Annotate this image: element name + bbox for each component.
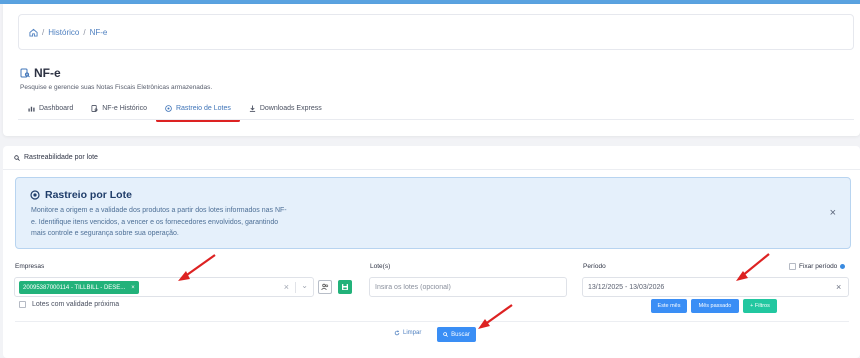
info-description: Monitore a origem e a validade dos produ… — [31, 205, 343, 240]
fixar-periodo-label: Fixar período — [799, 263, 838, 270]
buscar-button[interactable]: Buscar — [437, 327, 476, 342]
card-header: Rastreabilidade por lote — [3, 146, 860, 170]
empresas-select[interactable]: 20095387000114 - TILLBILL - DESE... × × … — [14, 277, 314, 297]
tabs-divider — [18, 119, 854, 120]
info-alert: Rastreio por Lote Monitore a origem e a … — [15, 177, 851, 249]
empresa-chip: 20095387000114 - TILLBILL - DESE... × — [19, 281, 139, 294]
filtros-button[interactable]: + Filtros — [743, 299, 777, 313]
info-line: mais controle e segurança sobre sua oper… — [31, 230, 179, 237]
fixar-periodo[interactable]: Fixar período — [789, 263, 846, 270]
users-icon — [321, 283, 329, 291]
fixar-periodo-checkbox[interactable] — [789, 263, 796, 270]
breadcrumb: / Histórico / NF-e — [18, 14, 854, 50]
clear-periodo-icon[interactable]: × — [836, 282, 841, 292]
footer-divider — [15, 321, 849, 322]
receipt-icon — [91, 105, 98, 112]
bar-chart-icon — [28, 106, 35, 112]
breadcrumb-separator: / — [83, 27, 86, 37]
search-icon — [443, 332, 449, 337]
target-icon — [30, 190, 40, 200]
page-header-card: / Histórico / NF-e NF-e Pesquise e geren… — [3, 4, 860, 136]
mes-passado-button[interactable]: Mês passado — [691, 299, 739, 313]
tab-label: Rastreio de Lotes — [175, 105, 231, 112]
este-mes-button[interactable]: Este mês — [651, 299, 687, 313]
clear-icon[interactable]: × — [284, 282, 289, 292]
lotes-input[interactable] — [369, 277, 567, 297]
info-line: e. Identifique itens vencidos, a vencer … — [31, 218, 279, 226]
info-title-text: Rastreio por Lote — [45, 189, 132, 201]
empresas-label: Empresas — [15, 263, 45, 270]
periodo-label: Período — [583, 263, 606, 270]
lotes-validade-checkbox[interactable] — [19, 301, 26, 308]
buscar-label: Buscar — [451, 331, 470, 338]
page-subtitle: Pesquise e gerencie suas Notas Fiscais E… — [20, 84, 213, 91]
lotes-label: Lote(s) — [370, 263, 391, 270]
tab-nfe-historico[interactable]: NF-e Histórico — [82, 101, 156, 116]
tab-bar: Dashboard NF-e Histórico Rastreio de Lot… — [20, 101, 331, 122]
users-button[interactable] — [318, 280, 332, 294]
receipt-search-icon — [20, 68, 30, 78]
breadcrumb-historico[interactable]: Histórico — [48, 28, 79, 37]
info-icon[interactable] — [840, 264, 846, 269]
save-icon — [342, 284, 348, 290]
card-header-title: Rastreabilidade por lote — [24, 154, 98, 161]
search-icon — [14, 154, 20, 161]
breadcrumb-separator: / — [42, 27, 45, 37]
periodo-input[interactable]: 13/12/2025 - 13/03/2026 — [582, 277, 849, 297]
target-icon — [165, 105, 172, 112]
select-divider — [295, 282, 296, 293]
save-selection-button[interactable] — [338, 280, 352, 294]
lotes-validade-label: Lotes com validade próxima — [32, 301, 120, 308]
download-icon — [249, 105, 255, 112]
tab-label: NF-e Histórico — [102, 105, 147, 112]
tab-label: Downloads Express — [259, 105, 322, 112]
rastreabilidade-card: Rastreabilidade por lote Rastreio por Lo… — [3, 146, 860, 358]
chip-remove-icon[interactable]: × — [131, 285, 135, 291]
page-title-text: NF-e — [34, 66, 61, 80]
tab-rastreio-de-lotes[interactable]: Rastreio de Lotes — [155, 101, 240, 122]
info-line: Monitore a origem e a validade dos produ… — [31, 207, 287, 214]
home-icon[interactable] — [29, 28, 38, 37]
close-icon[interactable]: × — [830, 207, 836, 219]
page-title: NF-e — [20, 66, 61, 80]
tab-dashboard[interactable]: Dashboard — [20, 101, 82, 116]
tab-downloads-express[interactable]: Downloads Express — [240, 101, 331, 116]
limpar-button[interactable]: Limpar — [394, 330, 421, 336]
periodo-value: 13/12/2025 - 13/03/2026 — [588, 283, 665, 291]
empresa-chip-label: 20095387000114 - TILLBILL - DESE... — [23, 284, 126, 291]
refresh-icon — [394, 330, 400, 336]
tab-label: Dashboard — [39, 105, 74, 112]
info-title: Rastreio por Lote — [30, 189, 132, 201]
limpar-label: Limpar — [403, 330, 422, 336]
chevron-down-icon[interactable]: ⌄ — [301, 281, 308, 290]
lotes-validade-checkbox-row[interactable]: Lotes com validade próxima — [19, 301, 119, 308]
breadcrumb-nfe[interactable]: NF-e — [90, 28, 108, 37]
